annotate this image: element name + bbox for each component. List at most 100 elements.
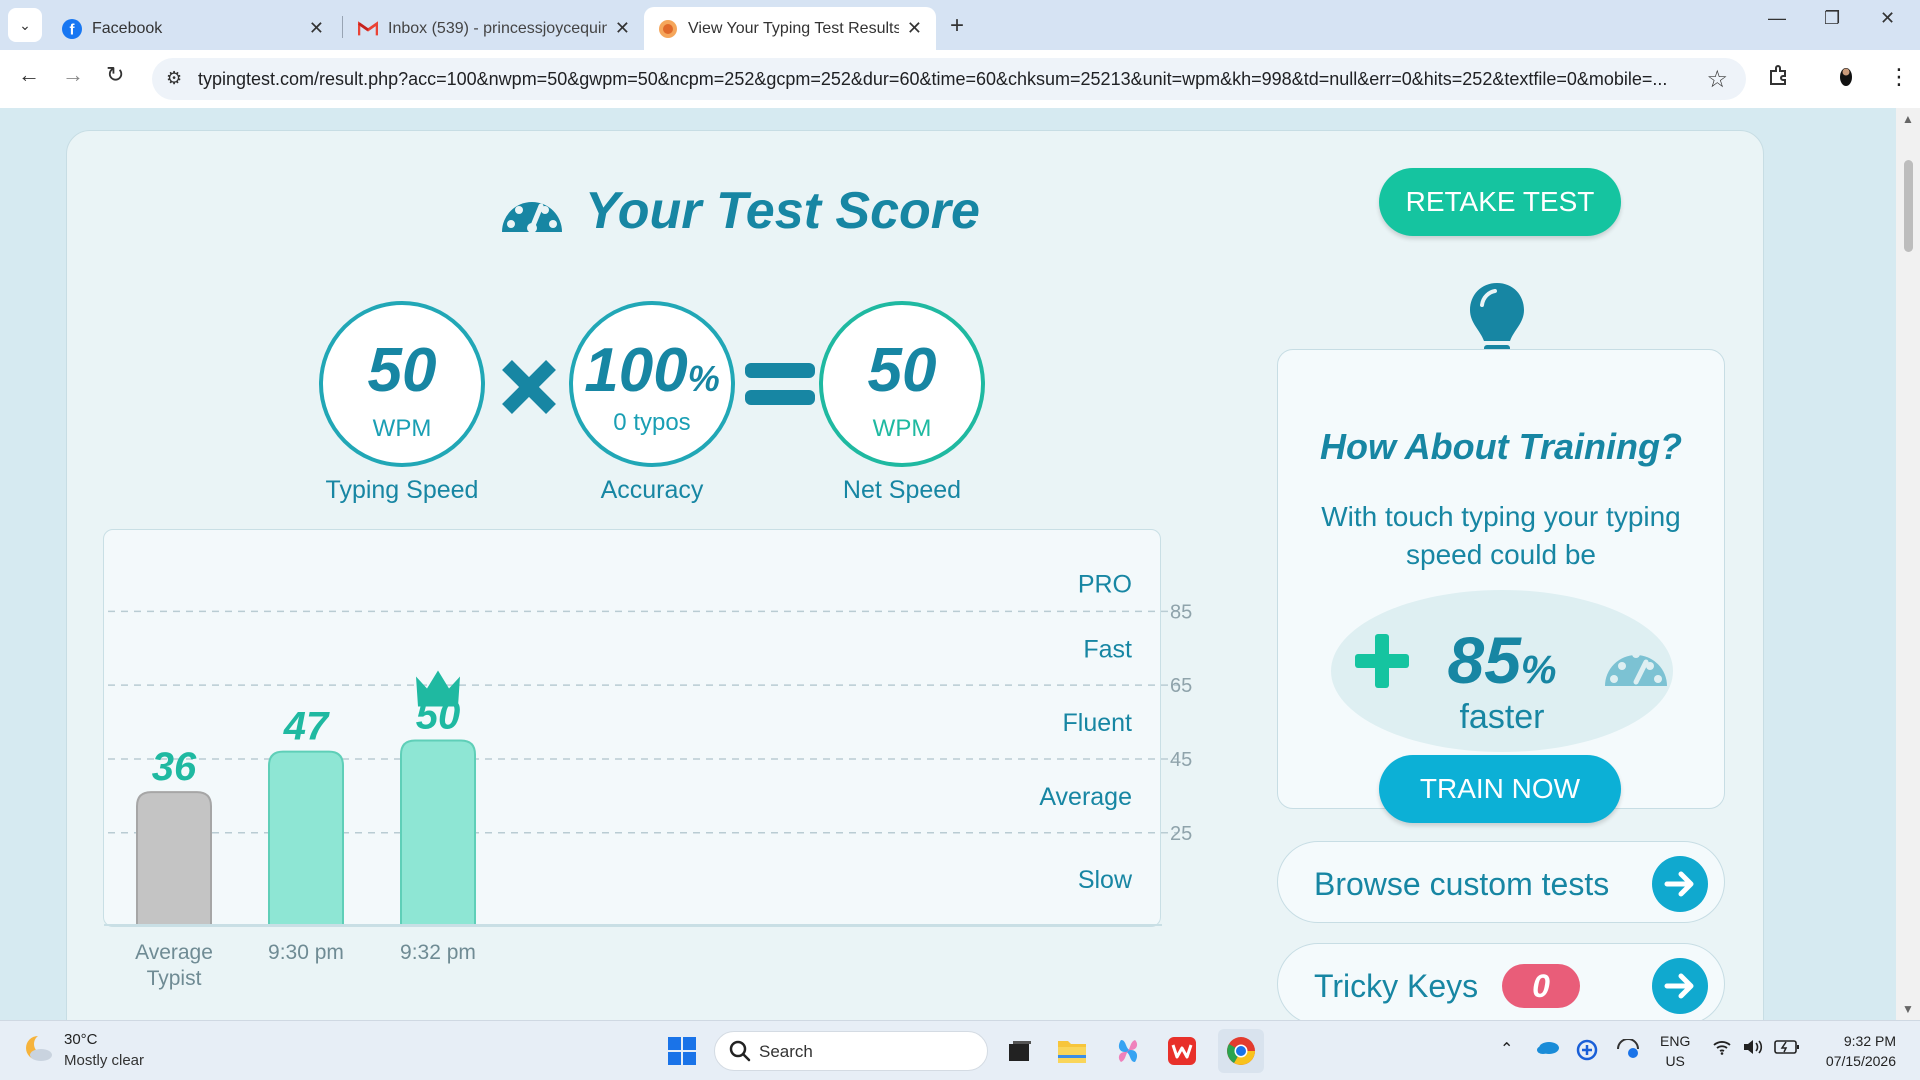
typing-speed-value: 50 <box>367 336 437 405</box>
page-scrollbar[interactable]: ▲ ▼ <box>1896 108 1920 1020</box>
task-view-icon[interactable] <box>1000 1031 1040 1071</box>
system-clock[interactable]: 9:32 PM 07/15/2026 <box>1812 1031 1896 1071</box>
tab-typing-results[interactable]: View Your Typing Test Results ✕ <box>644 7 936 50</box>
scroll-up-icon[interactable]: ▲ <box>1902 112 1914 126</box>
taskbar-search[interactable]: Search <box>714 1031 988 1071</box>
training-description: With touch typing your typing speed coul… <box>1321 501 1681 570</box>
y-tick-label: 85 <box>1170 601 1192 623</box>
typos-count: 0 typos <box>613 409 691 436</box>
training-promo-box: How About Training? With touch typing yo… <box>1277 349 1725 809</box>
bar-value-label: 36 <box>152 745 197 789</box>
zone-label: Fast <box>1083 635 1132 663</box>
wifi-icon[interactable] <box>1712 1039 1732 1060</box>
zone-label: Slow <box>1078 866 1133 894</box>
tricky-keys-label: Tricky Keys <box>1314 968 1479 1004</box>
typing-speed-circle: 50 WPM <box>319 301 485 467</box>
tab-title: Facebook <box>92 19 163 37</box>
results-card: Your Test Score 50 WPM Typing Speed 100%… <box>66 130 1764 1020</box>
battery-icon[interactable] <box>1774 1039 1800 1060</box>
net-speed-unit: WPM <box>872 415 932 442</box>
file-explorer-icon[interactable] <box>1052 1031 1092 1071</box>
chevron-down-icon: ⌄ <box>19 16 31 33</box>
reload-icon[interactable]: ↻ <box>106 62 124 88</box>
retake-test-button[interactable]: RETAKE TEST <box>1379 168 1621 236</box>
net-speed-circle: 50 WPM <box>819 301 985 467</box>
close-icon[interactable]: ✕ <box>615 18 630 39</box>
chevron-up-icon[interactable]: ⌃ <box>1500 1039 1513 1059</box>
facebook-icon: f <box>62 18 82 39</box>
minimize-button[interactable]: — <box>1768 8 1786 29</box>
tab-facebook[interactable]: f Facebook ✕ <box>48 7 338 50</box>
tab-search-button[interactable]: ⌄ <box>8 8 42 42</box>
weather-moon-icon[interactable] <box>24 1033 54 1068</box>
search-label: Search <box>759 1042 813 1061</box>
tab-title: View Your Typing Test Results <box>688 19 899 37</box>
x-category-label: Typist <box>147 967 202 990</box>
percent-sign: % <box>687 358 720 399</box>
chrome-icon[interactable] <box>1218 1029 1264 1073</box>
equals-icon <box>743 359 817 414</box>
tricky-keys-count: 0 <box>1502 964 1580 1008</box>
tab-divider <box>342 16 343 38</box>
arrow-right-icon[interactable] <box>1652 958 1708 1014</box>
back-icon[interactable]: ← <box>18 62 40 88</box>
search-icon <box>729 1040 751 1067</box>
bar <box>400 739 476 926</box>
bar <box>136 791 212 926</box>
windows-taskbar: 30°C Mostly clear Search ⌃ ENG US 9:32 P… <box>0 1020 1920 1080</box>
windows-start-icon[interactable] <box>662 1031 702 1071</box>
train-now-button[interactable]: TRAIN NOW <box>1379 755 1621 823</box>
browse-custom-tests-link[interactable]: Browse custom tests <box>1277 841 1725 923</box>
weather-temperature[interactable]: 30°C <box>64 1031 98 1048</box>
scroll-down-icon[interactable]: ▼ <box>1902 1002 1914 1016</box>
scrollbar-thumb[interactable] <box>1904 160 1913 252</box>
profile-avatar[interactable] <box>1834 64 1858 94</box>
zone-label: PRO <box>1078 571 1132 599</box>
close-window-button[interactable]: ✕ <box>1880 8 1895 29</box>
extensions-icon[interactable] <box>1768 64 1790 92</box>
language-indicator[interactable]: ENG US <box>1660 1031 1690 1071</box>
onedrive-icon[interactable] <box>1536 1039 1560 1060</box>
region-code: US <box>1665 1053 1685 1069</box>
arrow-right-icon[interactable] <box>1652 856 1708 912</box>
site-settings-icon[interactable]: ⚙ <box>166 68 182 89</box>
vpn-icon[interactable] <box>1576 1039 1598 1066</box>
url-text[interactable]: typingtest.com/result.php?acc=100&nwpm=5… <box>198 69 1698 90</box>
faster-label: faster <box>1459 698 1545 736</box>
bookmark-star-icon[interactable]: ☆ <box>1706 65 1728 94</box>
bar-value-label: 47 <box>283 705 330 749</box>
tricky-keys-link[interactable]: Tricky Keys 0 <box>1277 943 1725 1020</box>
network-status-icon[interactable] <box>1616 1038 1640 1064</box>
tab-gmail[interactable]: Inbox (539) - princessjoycequin ✕ <box>344 7 644 50</box>
y-tick-label: 65 <box>1170 675 1192 697</box>
typing-speed-label: Typing Speed <box>325 476 479 504</box>
x-category-label: Average <box>135 941 213 964</box>
close-icon[interactable]: ✕ <box>907 18 922 39</box>
plus-icon: + <box>950 12 965 39</box>
wps-office-icon[interactable] <box>1162 1031 1202 1071</box>
new-tab-button[interactable]: + <box>950 12 964 40</box>
net-speed-value: 50 <box>867 336 937 405</box>
multiply-icon <box>499 357 559 422</box>
volume-icon[interactable] <box>1742 1039 1764 1060</box>
zone-label: Fluent <box>1063 709 1133 737</box>
tab-title: Inbox (539) - princessjoycequin <box>388 19 607 37</box>
typing-speed-unit: WPM <box>372 415 432 442</box>
accuracy-circle: 100% 0 typos <box>569 301 735 467</box>
training-title: How About Training? <box>1320 426 1682 467</box>
typingtest-icon <box>658 19 678 39</box>
browse-custom-tests-label: Browse custom tests <box>1314 866 1610 902</box>
restore-button[interactable]: ❐ <box>1824 8 1840 29</box>
copilot-icon[interactable] <box>1108 1031 1148 1071</box>
page-content: Your Test Score 50 WPM Typing Speed 100%… <box>0 108 1896 1020</box>
weather-description[interactable]: Mostly clear <box>64 1052 144 1069</box>
speedometer-icon <box>499 182 565 241</box>
more-menu-icon[interactable]: ⋮ <box>1888 64 1910 90</box>
address-bar[interactable]: ⚙ typingtest.com/result.php?acc=100&nwpm… <box>152 58 1746 100</box>
language-code: ENG <box>1660 1033 1691 1049</box>
forward-icon[interactable]: → <box>62 62 84 88</box>
y-tick-label: 25 <box>1170 823 1192 845</box>
close-icon[interactable]: ✕ <box>309 18 324 39</box>
crown-icon <box>416 670 460 707</box>
net-speed-label: Net Speed <box>842 476 962 504</box>
